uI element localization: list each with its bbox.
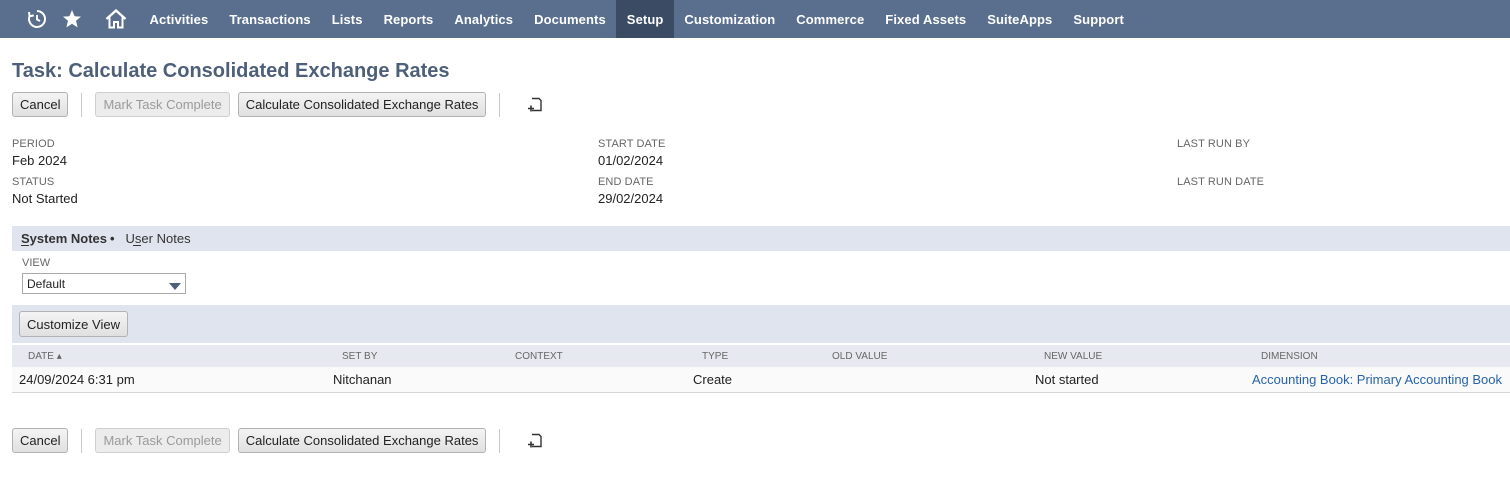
start-date-value: 01/02/2024 bbox=[598, 153, 664, 168]
home-icon[interactable] bbox=[94, 0, 138, 38]
period-value: Feb 2024 bbox=[12, 153, 67, 168]
cell-type: Create bbox=[693, 372, 733, 387]
mark-task-complete-button[interactable]: Mark Task Complete bbox=[95, 428, 230, 453]
button-separator bbox=[81, 428, 83, 453]
column-header-date[interactable]: DATE ▴ bbox=[28, 351, 62, 362]
view-select[interactable]: Default bbox=[22, 273, 186, 294]
status-value: Not Started bbox=[12, 191, 78, 206]
tab-system-notes-label: System Notes bbox=[21, 231, 107, 246]
recent-records-icon[interactable] bbox=[0, 0, 50, 38]
nav-item-reports[interactable]: Reports bbox=[373, 0, 444, 38]
column-header-set-by[interactable]: SET BY bbox=[342, 351, 377, 362]
subtab-bar: System Notes • User Notes bbox=[12, 226, 1510, 251]
start-date-label: START DATE bbox=[598, 138, 666, 150]
nav-item-support[interactable]: Support bbox=[1063, 0, 1135, 38]
calculate-consolidated-exchange-rates-button[interactable]: Calculate Consolidated Exchange Rates bbox=[237, 428, 487, 453]
nav-item-fixed-assets[interactable]: Fixed Assets bbox=[875, 0, 977, 38]
column-header-context[interactable]: CONTEXT bbox=[515, 351, 563, 362]
tab-user-notes-accesskey-underline bbox=[133, 245, 141, 246]
column-header-dimension[interactable]: DIMENSION bbox=[1261, 351, 1318, 362]
chevron-down-icon bbox=[169, 280, 181, 294]
new-document-icon[interactable] bbox=[525, 431, 545, 451]
tab-system-notes[interactable]: System Notes • bbox=[12, 231, 115, 246]
button-separator bbox=[499, 92, 501, 117]
calculate-consolidated-exchange-rates-button[interactable]: Calculate Consolidated Exchange Rates bbox=[237, 92, 487, 117]
new-document-icon[interactable] bbox=[525, 95, 545, 115]
nav-item-activities[interactable]: Activities bbox=[139, 0, 219, 38]
column-header-type[interactable]: TYPE bbox=[702, 351, 728, 362]
view-select-value: Default bbox=[27, 276, 66, 291]
cancel-button[interactable]: Cancel bbox=[12, 92, 69, 117]
button-separator bbox=[499, 428, 501, 453]
nav-item-customization[interactable]: Customization bbox=[674, 0, 786, 38]
tab-user-notes-label: User Notes bbox=[125, 231, 191, 246]
cell-set-by: Nitchanan bbox=[333, 372, 392, 387]
bottom-button-row: Cancel Mark Task Complete Calculate Cons… bbox=[12, 428, 545, 453]
mark-task-complete-button[interactable]: Mark Task Complete bbox=[95, 92, 230, 117]
nav-item-setup[interactable]: Setup bbox=[616, 0, 674, 38]
favorites-star-icon[interactable] bbox=[50, 0, 94, 38]
nav-item-suiteapps[interactable]: SuiteApps bbox=[977, 0, 1063, 38]
end-date-value: 29/02/2024 bbox=[598, 191, 664, 206]
last-run-date-label: LAST RUN DATE bbox=[1177, 176, 1265, 188]
column-header-old-value[interactable]: OLD VALUE bbox=[832, 351, 887, 362]
nav-item-analytics[interactable]: Analytics bbox=[444, 0, 524, 38]
cell-date: 24/09/2024 6:31 pm bbox=[19, 372, 135, 387]
customize-view-button[interactable]: Customize View bbox=[19, 311, 128, 337]
nav-item-lists[interactable]: Lists bbox=[321, 0, 373, 38]
view-label: VIEW bbox=[22, 257, 51, 269]
main-navbar: Activities Transactions Lists Reports Analyt… bbox=[0, 0, 1510, 38]
page-title: Task: Calculate Consolidated Exchange Ra… bbox=[12, 60, 450, 82]
last-run-by-label: LAST RUN BY bbox=[1177, 138, 1251, 150]
list-toolbar bbox=[12, 305, 1510, 343]
nav-item-documents[interactable]: Documents bbox=[524, 0, 617, 38]
cell-dimension-link[interactable]: Accounting Book: Primary Accounting Book bbox=[1252, 372, 1502, 387]
nav-item-transactions[interactable]: Transactions bbox=[219, 0, 321, 38]
cell-new-value: Not started bbox=[1035, 372, 1099, 387]
end-date-label: END DATE bbox=[598, 176, 654, 188]
tab-user-notes[interactable]: User Notes bbox=[115, 231, 191, 246]
column-header-new-value[interactable]: NEW VALUE bbox=[1044, 351, 1102, 362]
notes-panel bbox=[12, 251, 1510, 305]
nav-item-commerce[interactable]: Commerce bbox=[786, 0, 875, 38]
button-separator bbox=[81, 92, 83, 117]
status-label: STATUS bbox=[12, 176, 55, 188]
period-label: PERIOD bbox=[12, 138, 55, 150]
tab-system-notes-accesskey-underline bbox=[21, 245, 29, 246]
top-button-row: Cancel Mark Task Complete Calculate Cons… bbox=[12, 92, 545, 117]
cancel-button[interactable]: Cancel bbox=[12, 428, 69, 453]
